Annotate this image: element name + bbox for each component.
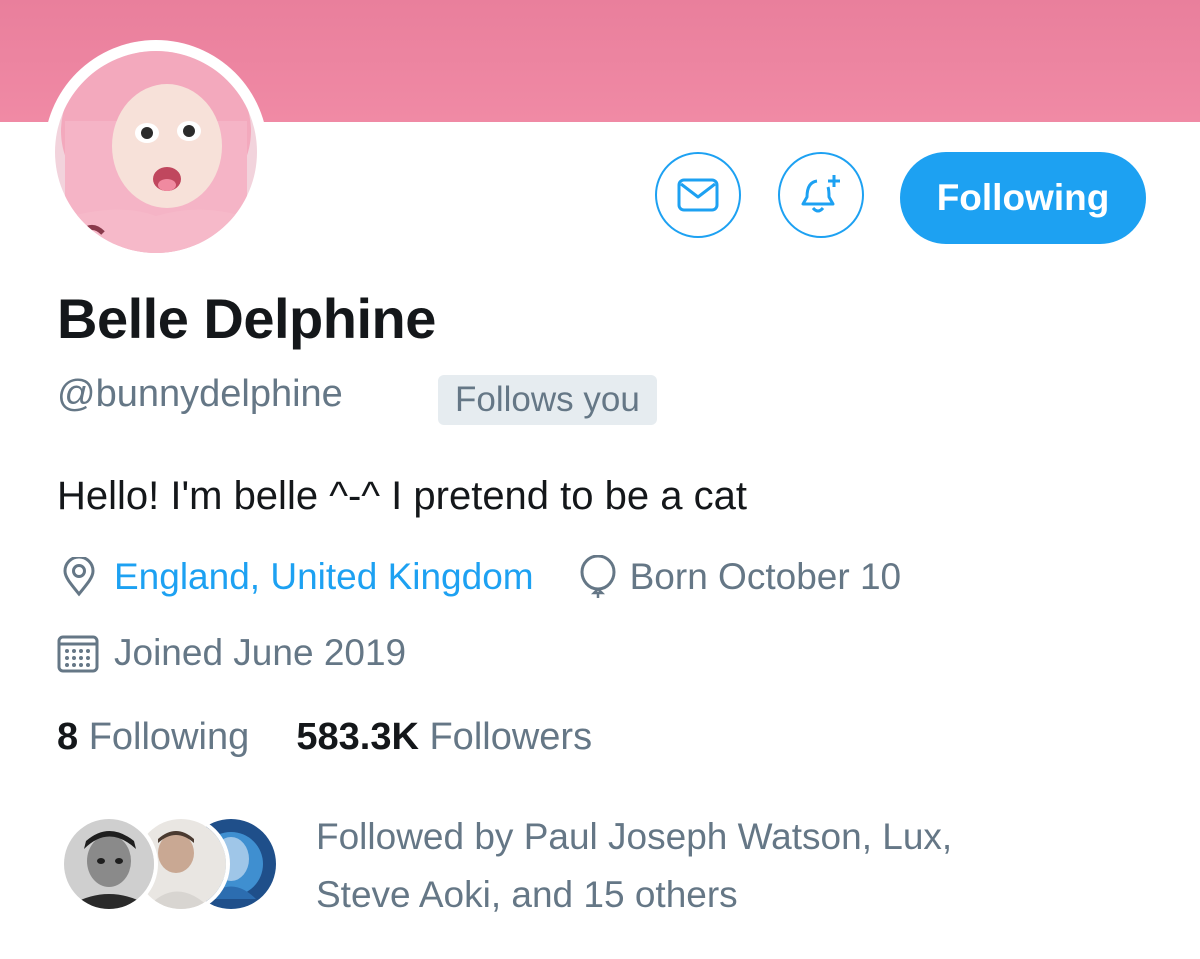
location-link[interactable]: England, United Kingdom <box>114 556 534 598</box>
calendar-icon <box>57 635 99 673</box>
following-stat[interactable]: 8 Following <box>57 716 249 758</box>
followed-by-avatars[interactable] <box>60 815 290 915</box>
follow-stats: 8 Following 583.3K Followers <box>57 716 592 759</box>
location-pin-icon <box>63 557 95 597</box>
following-button[interactable]: Following <box>900 152 1146 244</box>
followed-by-text[interactable]: Followed by Paul Joseph Watson, Lux, Ste… <box>316 808 1076 924</box>
avatar-photo <box>55 51 257 253</box>
balloon-icon <box>580 555 616 598</box>
profile-bio: Hello! I'm belle ^-^ I pretend to be a c… <box>57 474 747 518</box>
birthday-text: Born October 10 <box>629 556 902 597</box>
follower-avatar-1 <box>60 815 158 913</box>
following-button-label: Following <box>936 177 1110 218</box>
joined-text: Joined June 2019 <box>114 632 407 673</box>
follows-you-badge: Follows you <box>438 375 657 425</box>
envelope-icon <box>677 178 719 212</box>
bell-plus-icon <box>801 175 840 213</box>
profile-avatar[interactable] <box>44 40 268 264</box>
joined-row: Joined June 2019 <box>56 632 406 674</box>
profile-name: Belle Delphine <box>57 287 436 350</box>
followers-stat[interactable]: 583.3K Followers <box>296 716 592 758</box>
location-row: England, United Kingdom Born October 10 <box>60 555 901 599</box>
message-button[interactable] <box>655 152 741 238</box>
notifications-button[interactable] <box>778 152 864 238</box>
profile-handle: @bunnydelphine <box>57 373 343 415</box>
